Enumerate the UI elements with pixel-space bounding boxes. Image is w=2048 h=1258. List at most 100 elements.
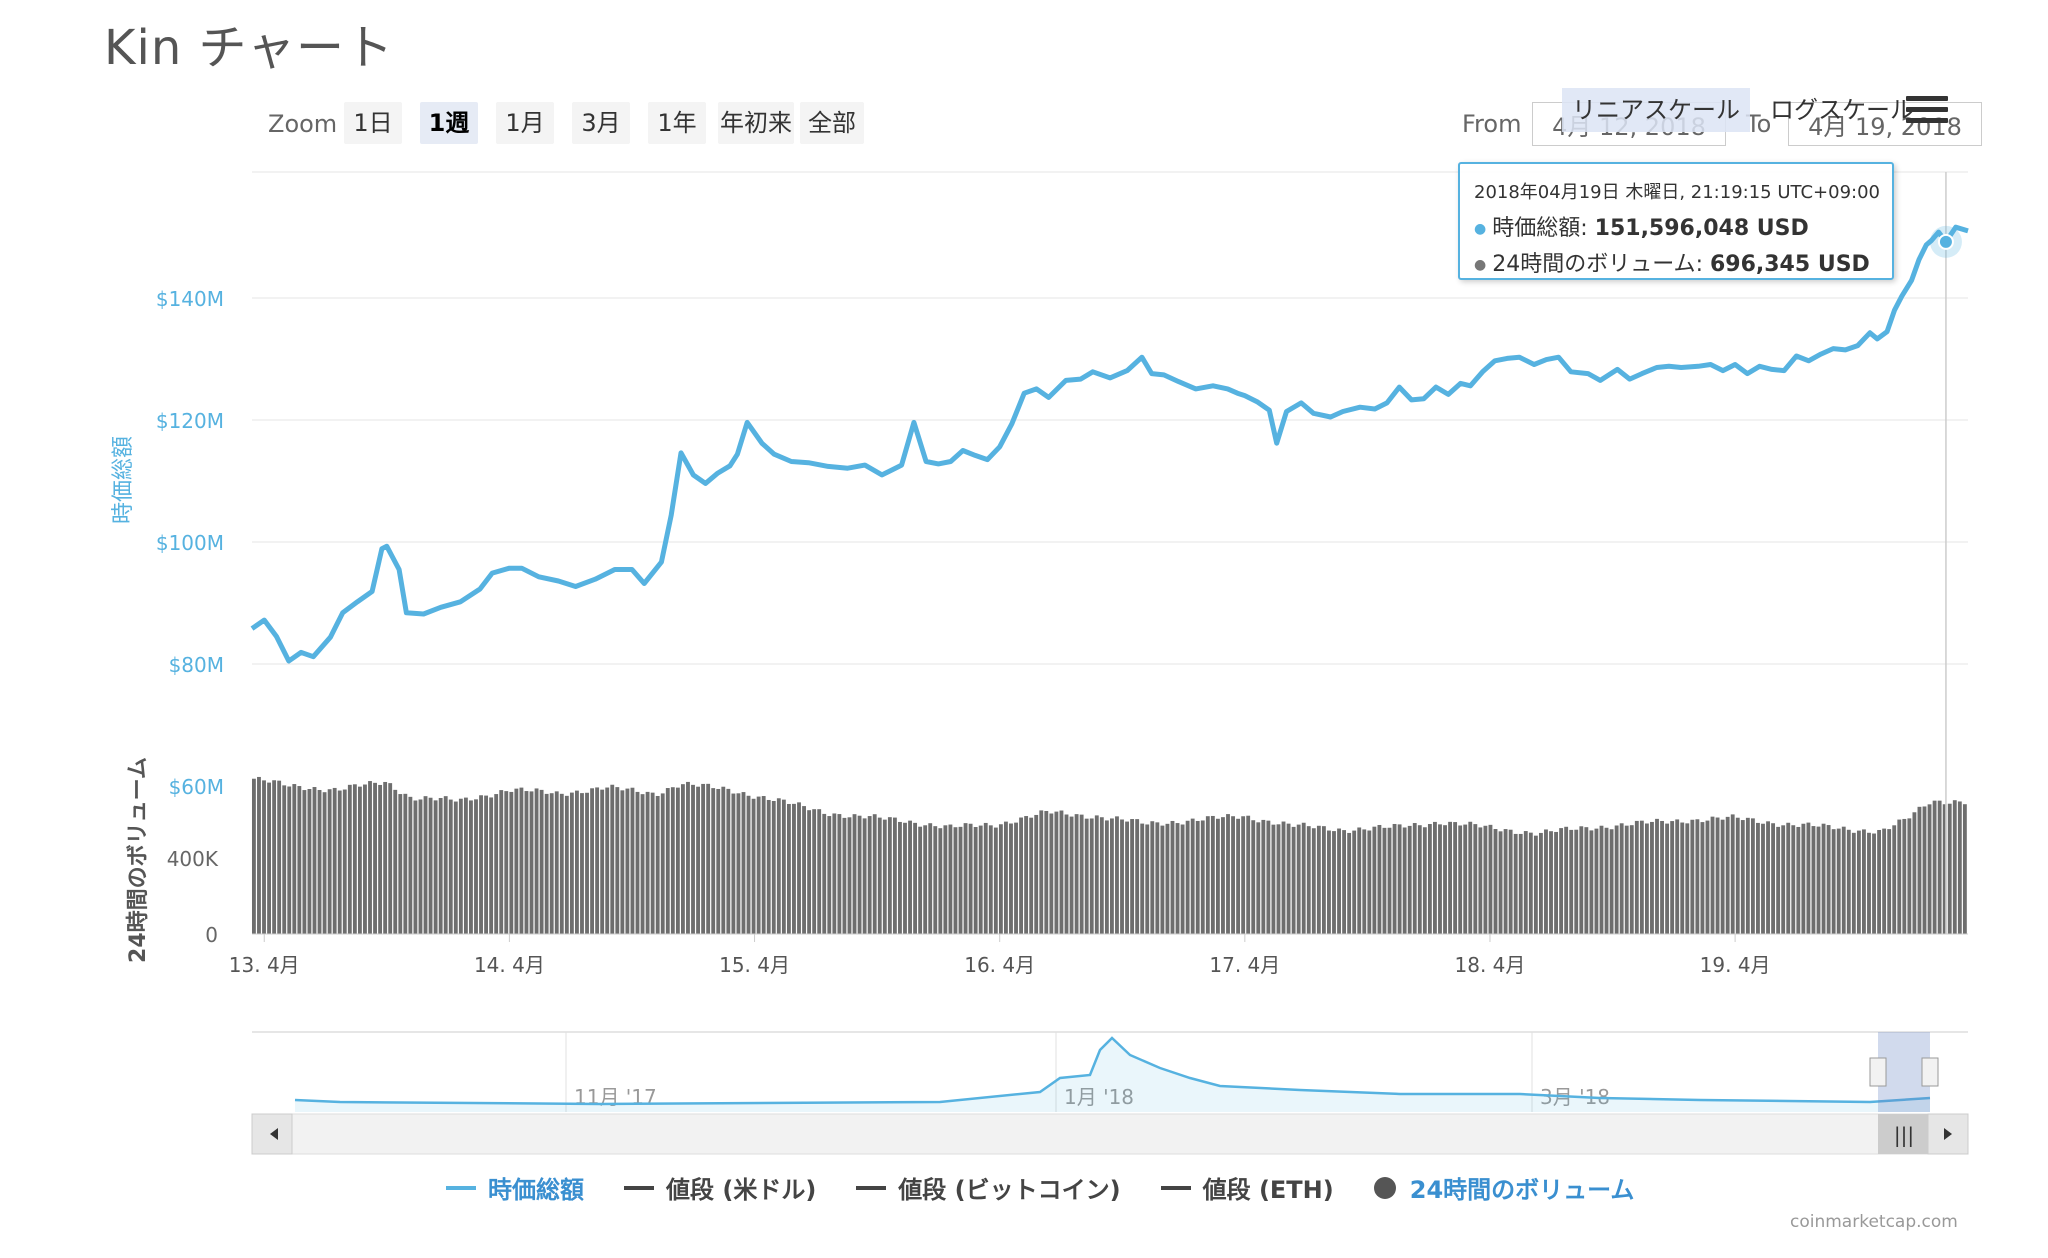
volume-bar (701, 783, 706, 934)
volume-bar (504, 791, 509, 934)
volume-bar (1715, 817, 1720, 934)
tooltip-value: 696,345 USD (1709, 252, 1870, 277)
credit-link[interactable]: coinmarketcap.com (1790, 1212, 1958, 1232)
volume-bar (458, 798, 463, 934)
volume-bar (1372, 826, 1377, 934)
volume-bar (958, 826, 963, 934)
volume-bar (1655, 818, 1659, 934)
volume-bar (1125, 821, 1129, 934)
volume-bar (1554, 831, 1558, 934)
volume-bar (1115, 816, 1119, 934)
volume-bar (1735, 817, 1740, 934)
volume-bar (453, 801, 458, 934)
volume-bar (892, 817, 897, 934)
legend-item-market-cap[interactable]: 時価総額 (446, 1170, 584, 1205)
volume-bar (408, 796, 413, 934)
volume-bar (600, 789, 605, 934)
volume-bar (1523, 831, 1528, 934)
volume-bar (1246, 815, 1251, 934)
volume-bar (1402, 827, 1407, 934)
volume-bar (827, 816, 832, 934)
volume-bar (1221, 817, 1225, 934)
volume-bar (882, 819, 887, 934)
volume-bar (746, 795, 751, 934)
volume-bar (479, 795, 483, 934)
volume-bar (781, 799, 786, 934)
tooltip-label: 時価総額 (1492, 216, 1581, 241)
volume-bar (872, 814, 877, 934)
volume-bar (494, 794, 499, 934)
volume-bar (938, 828, 943, 934)
volume-bar (650, 792, 655, 934)
volume-bar (1180, 824, 1185, 934)
volume-bar (620, 790, 625, 934)
volume-bar (1468, 821, 1473, 934)
volume-bar (797, 802, 801, 934)
volume-bar (1190, 818, 1195, 934)
volume-bar (1266, 820, 1271, 934)
volume-bar (322, 792, 327, 934)
volume-bar (1680, 822, 1685, 934)
legend-item-price-usd[interactable]: 値段 (米ドル) (624, 1170, 816, 1205)
volume-bar (1236, 818, 1241, 934)
volume-bar (1135, 819, 1140, 934)
volume-bar (696, 786, 700, 934)
volume-bar (1054, 811, 1059, 934)
volume-bar (625, 788, 630, 934)
volume-bar (413, 800, 418, 934)
volume-bar (731, 793, 736, 934)
volume-bar (1796, 826, 1801, 934)
volume-bar (1473, 824, 1478, 934)
volume-bar (1296, 824, 1301, 934)
volume-bar (1099, 817, 1104, 934)
y-tick-label: $120M (156, 409, 224, 433)
volume-bar (398, 794, 403, 934)
volume-bar (1867, 832, 1871, 934)
volume-bar (327, 789, 332, 934)
volume-bar (1448, 821, 1452, 934)
volume-bar (595, 787, 600, 934)
legend-item-price-btc[interactable]: 値段 (ビットコイン) (856, 1170, 1121, 1205)
volume-bar (1009, 823, 1013, 934)
volume-bar (1508, 829, 1513, 934)
scrollbar-grip-icon: ||| (1894, 1123, 1914, 1147)
volume-bar (418, 799, 423, 934)
volume-bar (1079, 814, 1084, 934)
volume-bar (1533, 835, 1538, 934)
x-tick-label: 18. 4月 (1455, 953, 1526, 977)
volume-bar (1276, 824, 1281, 934)
tooltip-dot-icon: ● (1474, 257, 1487, 273)
volume-bar (1720, 819, 1725, 934)
legend-line-icon (446, 1185, 476, 1190)
volume-bar (544, 793, 549, 934)
volume-bar (337, 790, 342, 934)
volume-bar (1463, 824, 1468, 934)
volume-bar (1821, 823, 1826, 934)
volume-bar (1438, 824, 1442, 934)
volume-bar (529, 791, 534, 934)
volume-bar (1882, 828, 1887, 934)
volume-bar (1604, 827, 1609, 934)
volume-bar (1831, 829, 1836, 934)
volume-bar (1241, 816, 1246, 934)
volume-bar (1327, 830, 1331, 934)
volume-bar (968, 823, 973, 934)
legend-label: 値段 (米ドル) (666, 1176, 817, 1204)
volume-bar (1453, 822, 1458, 934)
volume-bar (862, 818, 867, 934)
volume-bar (1761, 823, 1765, 934)
volume-bar (1539, 832, 1543, 934)
legend-item-volume[interactable]: 24時間のボリューム (1373, 1170, 1634, 1205)
legend-item-price-eth[interactable]: 値段 (ETH) (1160, 1170, 1334, 1205)
volume-bar (726, 788, 731, 934)
volume-bar (1357, 827, 1362, 934)
volume-bar (1034, 814, 1039, 934)
volume-bar (1589, 830, 1594, 934)
volume-bar (509, 791, 514, 934)
volume-bar (1917, 806, 1922, 934)
volume-bar (448, 799, 453, 934)
volume-bar (1140, 823, 1145, 934)
y2-tick-label: 400K (167, 847, 219, 871)
volume-bar (988, 825, 993, 934)
volume-bar (1044, 810, 1049, 934)
